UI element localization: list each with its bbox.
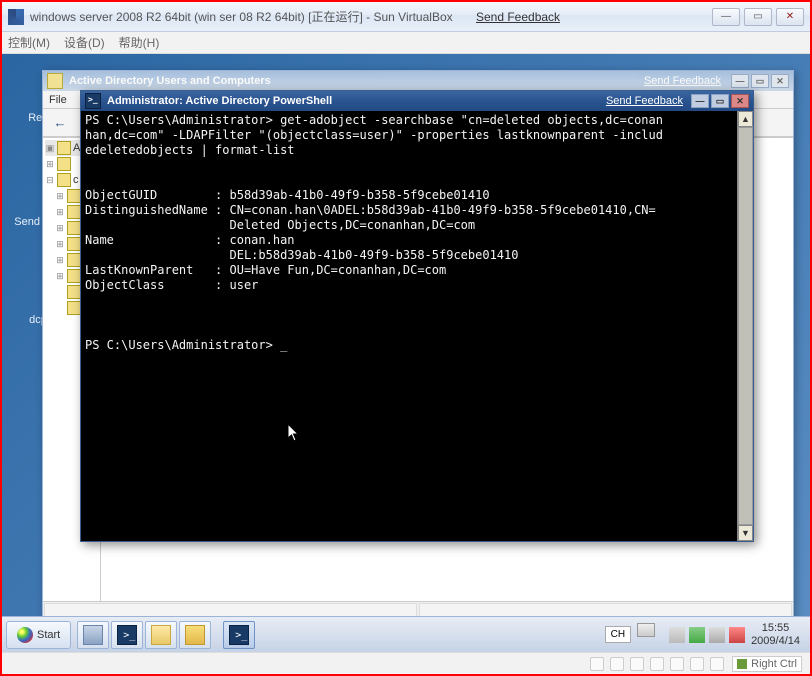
powershell-task-icon xyxy=(229,625,249,645)
vbox-cd-icon[interactable] xyxy=(610,657,624,671)
keyboard-icon xyxy=(637,623,655,637)
ql-folder[interactable] xyxy=(179,621,211,649)
host-menu-devices[interactable]: 设备(D) xyxy=(64,34,105,51)
vbox-hd-icon[interactable] xyxy=(590,657,604,671)
start-button[interactable]: Start xyxy=(6,621,71,649)
quick-launch xyxy=(77,621,255,649)
ql-powershell[interactable] xyxy=(111,621,143,649)
powershell-title: Administrator: Active Directory PowerShe… xyxy=(107,95,332,107)
vbox-mouse-icon[interactable] xyxy=(710,657,724,671)
host-capture-key[interactable]: Right Ctrl xyxy=(732,656,802,672)
vbox-display-icon[interactable] xyxy=(690,657,704,671)
powershell-window-buttons: — ▭ ✕ xyxy=(691,94,749,108)
host-window-buttons: — ▭ ✕ xyxy=(712,8,804,26)
system-tray: CH 15:55 2009/4/14 xyxy=(605,622,806,648)
host-menu-help[interactable]: 帮助(H) xyxy=(119,34,160,51)
scroll-up-button[interactable]: ▲ xyxy=(738,111,753,127)
vbox-shared-icon[interactable] xyxy=(670,657,684,671)
server-icon xyxy=(83,625,103,645)
powershell-send-feedback-link[interactable]: Send Feedback xyxy=(606,95,683,107)
aduc-maximize-button[interactable]: ▭ xyxy=(751,74,769,88)
host-minimize-button[interactable]: — xyxy=(712,8,740,26)
windows-orb-icon xyxy=(17,627,33,643)
host-close-button[interactable]: ✕ xyxy=(776,8,804,26)
host-send-feedback-link[interactable]: Send Feedback xyxy=(476,10,560,24)
aduc-title: Active Directory Users and Computers xyxy=(69,75,271,87)
powershell-maximize-button[interactable]: ▭ xyxy=(711,94,729,108)
powershell-titlebar[interactable]: Administrator: Active Directory PowerShe… xyxy=(81,91,753,111)
aduc-window-buttons: — ▭ ✕ xyxy=(731,74,789,88)
aduc-back-button[interactable] xyxy=(49,112,71,134)
mouse-cursor-icon xyxy=(288,424,300,442)
tray-sound-icon[interactable] xyxy=(709,627,725,643)
scroll-thumb[interactable] xyxy=(738,127,753,525)
powershell-window: Administrator: Active Directory PowerShe… xyxy=(80,90,754,542)
ql-server-manager[interactable] xyxy=(77,621,109,649)
host-title-text: windows server 2008 R2 64bit (win ser 08… xyxy=(30,10,453,24)
vbox-usb-icon[interactable] xyxy=(650,657,664,671)
tray-network-icon[interactable] xyxy=(689,627,705,643)
arrow-down-icon xyxy=(737,659,747,669)
host-statusbar: Right Ctrl xyxy=(2,652,810,674)
aduc-send-feedback-link[interactable]: Send Feedback xyxy=(644,75,721,87)
aduc-close-button[interactable]: ✕ xyxy=(771,74,789,88)
host-menu-control[interactable]: 控制(M) xyxy=(8,34,50,51)
host-status-icons xyxy=(590,657,724,671)
host-title: windows server 2008 R2 64bit (win ser 08… xyxy=(30,8,712,25)
powershell-close-button[interactable]: ✕ xyxy=(731,94,749,108)
aduc-titlebar[interactable]: Active Directory Users and Computers Sen… xyxy=(43,71,793,91)
ql-explorer[interactable] xyxy=(145,621,177,649)
virtualbox-icon xyxy=(8,9,24,25)
language-indicator[interactable]: CH xyxy=(605,626,631,643)
powershell-terminal[interactable]: PS C:\Users\Administrator> get-adobject … xyxy=(81,111,737,541)
host-menubar: 控制(M) 设备(D) 帮助(H) xyxy=(2,32,810,54)
powershell-icon xyxy=(85,93,101,109)
powershell-minimize-button[interactable]: — xyxy=(691,94,709,108)
folder-icon xyxy=(185,625,205,645)
start-label: Start xyxy=(37,629,60,641)
clock-date: 2009/4/14 xyxy=(751,635,800,648)
tray-flag-icon[interactable] xyxy=(669,627,685,643)
explorer-icon xyxy=(151,625,171,645)
vbox-net-icon[interactable] xyxy=(630,657,644,671)
taskbar-clock[interactable]: 15:55 2009/4/14 xyxy=(751,622,800,648)
scroll-track[interactable] xyxy=(738,127,753,525)
host-maximize-button[interactable]: ▭ xyxy=(744,8,772,26)
host-capture-label: Right Ctrl xyxy=(751,658,797,670)
guest-taskbar: Start CH 15:55 2009/4/14 xyxy=(2,616,810,652)
scroll-down-button[interactable]: ▼ xyxy=(738,525,753,541)
aduc-menu-file[interactable]: File xyxy=(49,94,67,106)
tray-keyboard[interactable] xyxy=(637,623,663,647)
aduc-icon xyxy=(47,73,63,89)
host-titlebar: windows server 2008 R2 64bit (win ser 08… xyxy=(2,2,810,32)
tray-shield-icon[interactable] xyxy=(729,627,745,643)
aduc-minimize-button[interactable]: — xyxy=(731,74,749,88)
guest-desktop: Rec Send F dcp Active Directory Users an… xyxy=(2,54,810,652)
clock-time: 15:55 xyxy=(751,622,800,635)
powershell-scrollbar[interactable]: ▲ ▼ xyxy=(737,111,753,541)
tray-icons xyxy=(669,627,745,643)
taskbar-active-powershell[interactable] xyxy=(223,621,255,649)
powershell-ql-icon xyxy=(117,625,137,645)
